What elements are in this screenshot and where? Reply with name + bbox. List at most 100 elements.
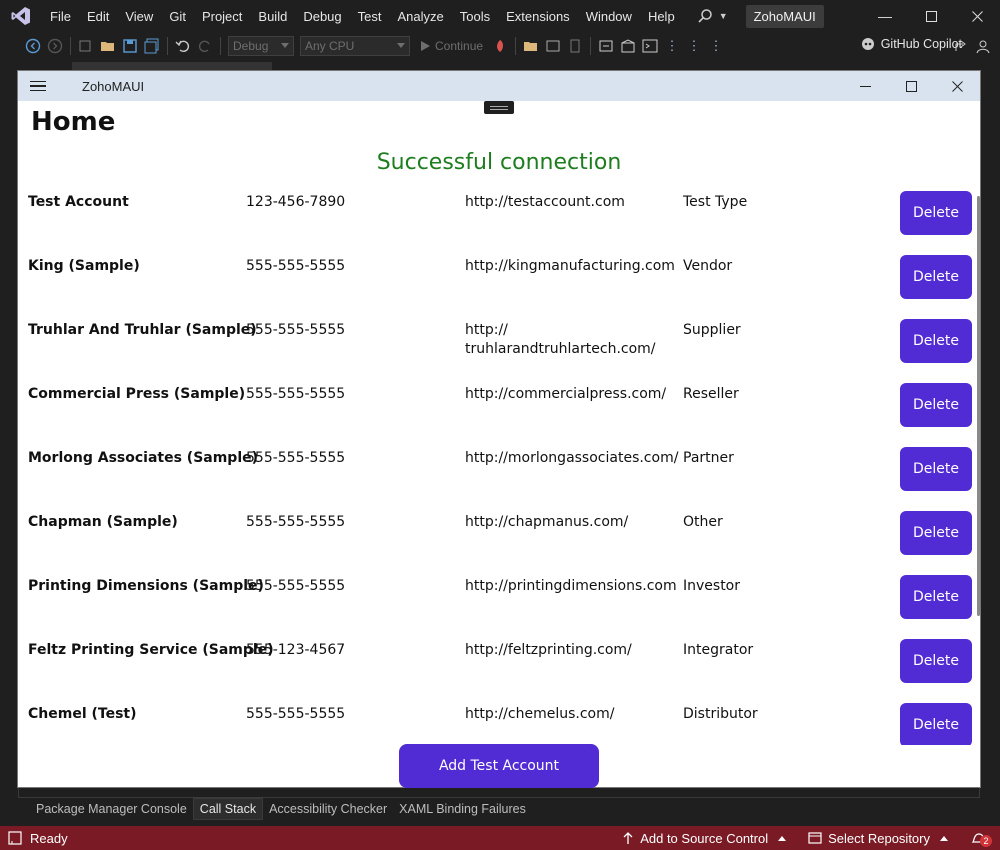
notification-count-badge: 2 bbox=[980, 835, 992, 847]
account-phone: 555-555-5555 bbox=[246, 258, 346, 274]
vs-maximize-button[interactable] bbox=[908, 0, 954, 32]
menu-item-view[interactable]: View bbox=[117, 5, 161, 28]
solution-name-badge[interactable]: ZohoMAUI bbox=[745, 4, 824, 28]
delete-button[interactable]: Delete bbox=[900, 639, 972, 683]
align-icon[interactable]: ⋮ bbox=[685, 37, 703, 55]
add-test-account-button[interactable]: Add Test Account bbox=[399, 744, 599, 788]
redo-icon[interactable] bbox=[196, 37, 214, 55]
menu-item-test[interactable]: Test bbox=[350, 5, 390, 28]
menu-item-tools[interactable]: Tools bbox=[452, 5, 498, 28]
app-close-button[interactable] bbox=[934, 71, 980, 101]
comment-icon[interactable]: ⋮ bbox=[707, 37, 725, 55]
vs-statusbar: Ready Add to Source Control Select Repos… bbox=[0, 826, 1000, 850]
account-name: Truhlar And Truhlar (Sample) bbox=[28, 322, 257, 338]
feedback-icon[interactable] bbox=[974, 37, 992, 55]
vs-close-button[interactable] bbox=[954, 0, 1000, 32]
open-folder-icon[interactable] bbox=[99, 37, 117, 55]
menu-item-extensions[interactable]: Extensions bbox=[498, 5, 578, 28]
app-minimize-button[interactable] bbox=[842, 71, 888, 101]
delete-button[interactable]: Delete bbox=[900, 255, 972, 299]
continue-button[interactable]: Continue bbox=[419, 39, 483, 53]
bottom-tab-xaml-binding-failures[interactable]: XAML Binding Failures bbox=[393, 799, 532, 819]
bottom-tab-call-stack[interactable]: Call Stack bbox=[192, 798, 264, 820]
save-icon[interactable] bbox=[121, 37, 139, 55]
terminal-icon[interactable] bbox=[641, 37, 659, 55]
toolbar-separator bbox=[590, 37, 592, 55]
ready-icon bbox=[8, 831, 22, 845]
menu-item-edit[interactable]: Edit bbox=[79, 5, 117, 28]
chevron-down-icon bbox=[397, 43, 405, 48]
select-repository-button[interactable]: Select Repository bbox=[808, 831, 948, 846]
account-row: Chemel (Test) 555-555-5555 http://chemelus… bbox=[18, 693, 980, 745]
account-type: Vendor bbox=[683, 258, 733, 274]
source-control-label: Add to Source Control bbox=[640, 830, 769, 846]
delete-button[interactable]: Delete bbox=[900, 191, 972, 235]
menu-item-help[interactable]: Help bbox=[640, 5, 683, 28]
status-ready-label: Ready bbox=[30, 830, 68, 846]
account-url: http://feltzprinting.com/ bbox=[465, 642, 632, 658]
configuration-select[interactable]: Debug bbox=[228, 36, 294, 56]
vs-minimize-button[interactable]: — bbox=[862, 0, 908, 32]
account-type: Other bbox=[683, 514, 723, 530]
add-to-source-control-button[interactable]: Add to Source Control bbox=[622, 830, 787, 846]
format-icon[interactable]: ⋮ bbox=[663, 37, 681, 55]
undo-icon[interactable] bbox=[174, 37, 192, 55]
folder-icon[interactable] bbox=[522, 37, 540, 55]
step-into-icon[interactable] bbox=[597, 37, 615, 55]
configuration-value: Debug bbox=[233, 39, 269, 53]
app-maximize-button[interactable] bbox=[888, 71, 934, 101]
account-url: http://commercialpress.com/ bbox=[465, 386, 667, 402]
page-title: Home bbox=[31, 107, 116, 137]
copilot-icon bbox=[861, 38, 874, 50]
package-icon[interactable] bbox=[619, 37, 637, 55]
delete-button[interactable]: Delete bbox=[900, 575, 972, 619]
notifications-button[interactable]: 2 bbox=[970, 830, 992, 847]
account-type: Supplier bbox=[683, 322, 741, 338]
vs-search[interactable]: ▼ bbox=[697, 8, 728, 24]
save-all-icon[interactable] bbox=[143, 37, 161, 55]
delete-button[interactable]: Delete bbox=[900, 511, 972, 555]
delete-button[interactable]: Delete bbox=[900, 447, 972, 491]
toolbar-separator bbox=[220, 37, 221, 55]
continue-label: Continue bbox=[435, 39, 484, 53]
platform-select[interactable]: Any CPU bbox=[300, 36, 410, 56]
account-row: Morlong Associates (Sample) 555-555-5555 h… bbox=[18, 437, 980, 501]
github-copilot-button[interactable]: GitHub Copilot bbox=[860, 36, 962, 52]
delete-button[interactable]: Delete bbox=[900, 703, 972, 745]
account-row: Test Account 123-456-7890 http://testaccou… bbox=[18, 181, 980, 245]
layout-icon[interactable] bbox=[544, 37, 562, 55]
search-icon[interactable] bbox=[697, 8, 713, 24]
hamburger-menu-icon[interactable] bbox=[30, 80, 46, 92]
forward-icon[interactable] bbox=[46, 37, 64, 55]
vs-right-tool-strip bbox=[980, 94, 1000, 544]
menu-item-git[interactable]: Git bbox=[161, 5, 194, 28]
account-type: Investor bbox=[683, 578, 741, 594]
new-project-icon[interactable] bbox=[77, 37, 95, 55]
scrollbar[interactable] bbox=[977, 196, 980, 616]
account-type: Test Type bbox=[683, 194, 748, 210]
account-type: Reseller bbox=[683, 386, 739, 402]
xaml-toolbar-grip-icon[interactable] bbox=[484, 101, 514, 114]
menu-item-debug[interactable]: Debug bbox=[295, 5, 349, 28]
account-url: http://kingmanufacturing.com bbox=[465, 258, 675, 274]
share-icon[interactable] bbox=[952, 37, 970, 55]
menu-item-project[interactable]: Project bbox=[194, 5, 250, 28]
account-url: http://morlongassociates.com/ bbox=[465, 450, 679, 466]
menu-item-file[interactable]: File bbox=[42, 5, 79, 28]
back-icon[interactable] bbox=[24, 37, 42, 55]
bottom-tab-accessibility-checker[interactable]: Accessibility Checker bbox=[263, 799, 393, 819]
menu-item-build[interactable]: Build bbox=[250, 5, 295, 28]
delete-button[interactable]: Delete bbox=[900, 319, 972, 363]
bottom-tab-package-manager-console[interactable]: Package Manager Console bbox=[30, 799, 193, 819]
vs-titlebar: File Edit View Git Project Build Debug Test Anal… bbox=[0, 0, 1000, 32]
account-row: Feltz Printing Service (Sample) 555-123-4… bbox=[18, 629, 980, 693]
menu-item-analyze[interactable]: Analyze bbox=[389, 5, 451, 28]
menu-item-window[interactable]: Window bbox=[578, 5, 640, 28]
chevron-down-icon[interactable]: ▼ bbox=[719, 11, 728, 21]
account-url: http:// truhlarandtruhlartech.com/ bbox=[465, 322, 656, 357]
account-row: King (Sample) 555-555-5555 http://kingmanu… bbox=[18, 245, 980, 309]
hot-reload-icon[interactable] bbox=[491, 37, 509, 55]
delete-button[interactable]: Delete bbox=[900, 383, 972, 427]
device-icon[interactable] bbox=[566, 37, 584, 55]
account-name: Commercial Press (Sample) bbox=[28, 386, 246, 402]
